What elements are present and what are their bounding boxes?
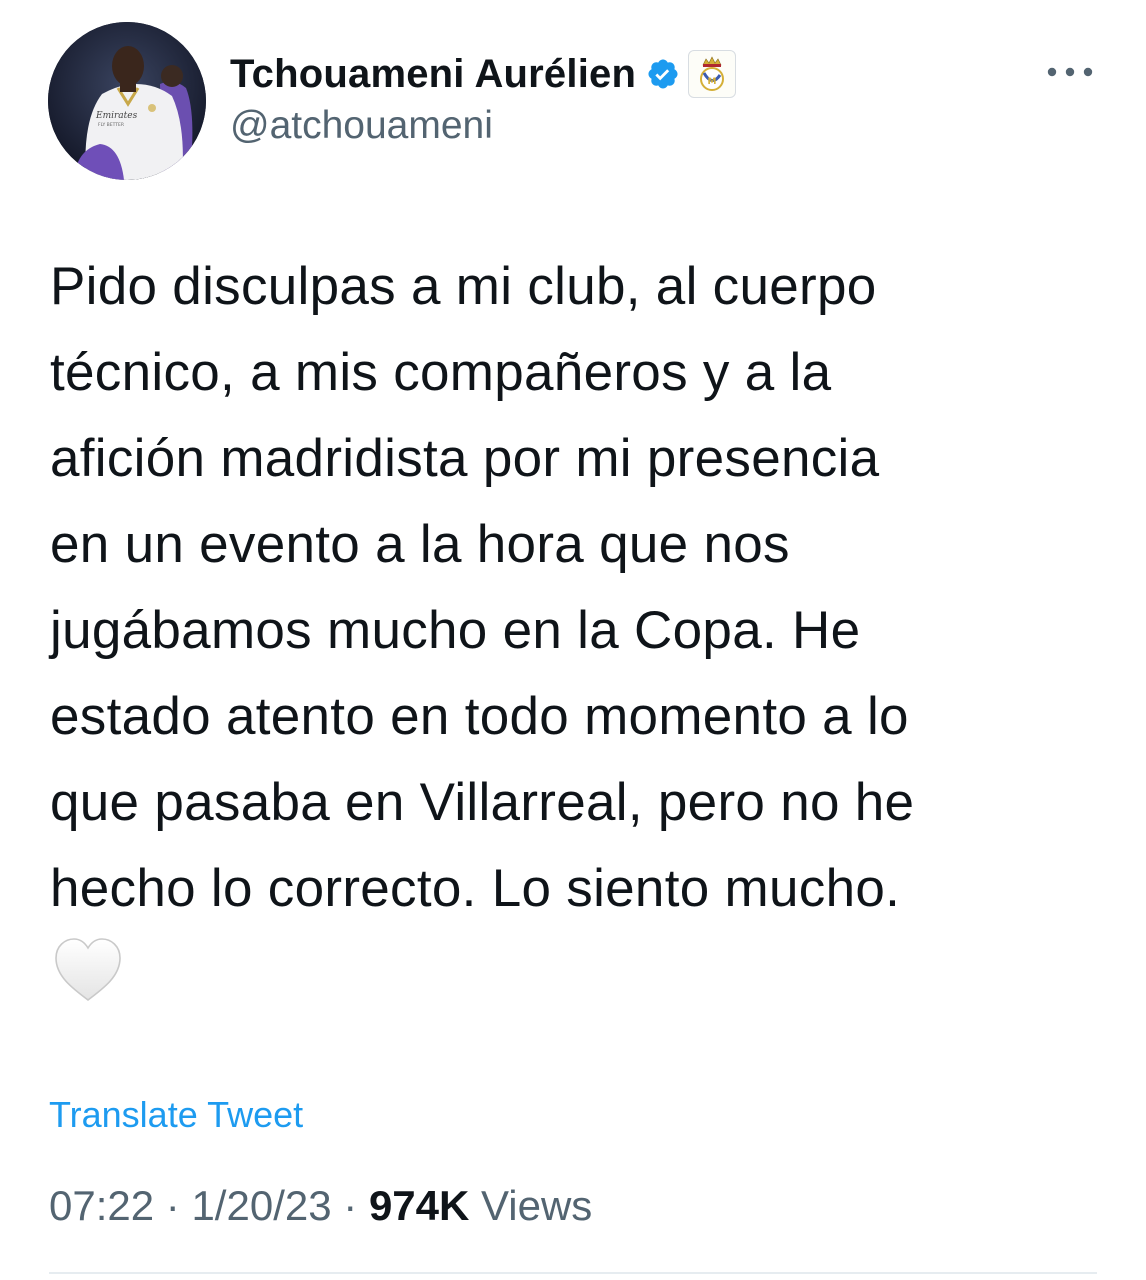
tweet-date[interactable]: 1/20/23 <box>191 1182 331 1229</box>
views-label: Views <box>481 1182 593 1229</box>
verified-badge-icon <box>646 57 680 91</box>
divider <box>49 1272 1097 1274</box>
real-madrid-crest-icon[interactable]: M <box>688 50 737 98</box>
tweet-time[interactable]: 07:22 <box>49 1182 154 1229</box>
author-display-name[interactable]: Tchouameni Aurélien <box>230 52 636 97</box>
svg-text:M: M <box>708 77 717 87</box>
meta-separator: · <box>343 1182 358 1229</box>
tweet-metadata: 07:22 · 1/20/23 · 974K Views <box>49 1182 592 1230</box>
author-name-row: Tchouameni Aurélien M <box>230 46 737 102</box>
more-options-icon[interactable] <box>1040 54 1100 90</box>
avatar[interactable]: Emirates FLY BETTER <box>48 22 206 180</box>
meta-separator: · <box>165 1182 180 1229</box>
avatar-jersey-sponsor: Emirates <box>95 111 138 121</box>
author-handle[interactable]: @atchouameni <box>230 104 493 148</box>
tweet: Emirates FLY BETTER Tchouameni Aurélien … <box>0 0 1146 1280</box>
translate-tweet-link[interactable]: Translate Tweet <box>49 1094 303 1136</box>
white-heart-icon <box>52 936 124 1004</box>
views-count: 974K <box>368 1182 470 1229</box>
avatar-jersey-subtext: FLY BETTER <box>98 122 124 128</box>
tweet-text: Pido disculpas a mi club, al cuerpo técn… <box>50 257 915 918</box>
